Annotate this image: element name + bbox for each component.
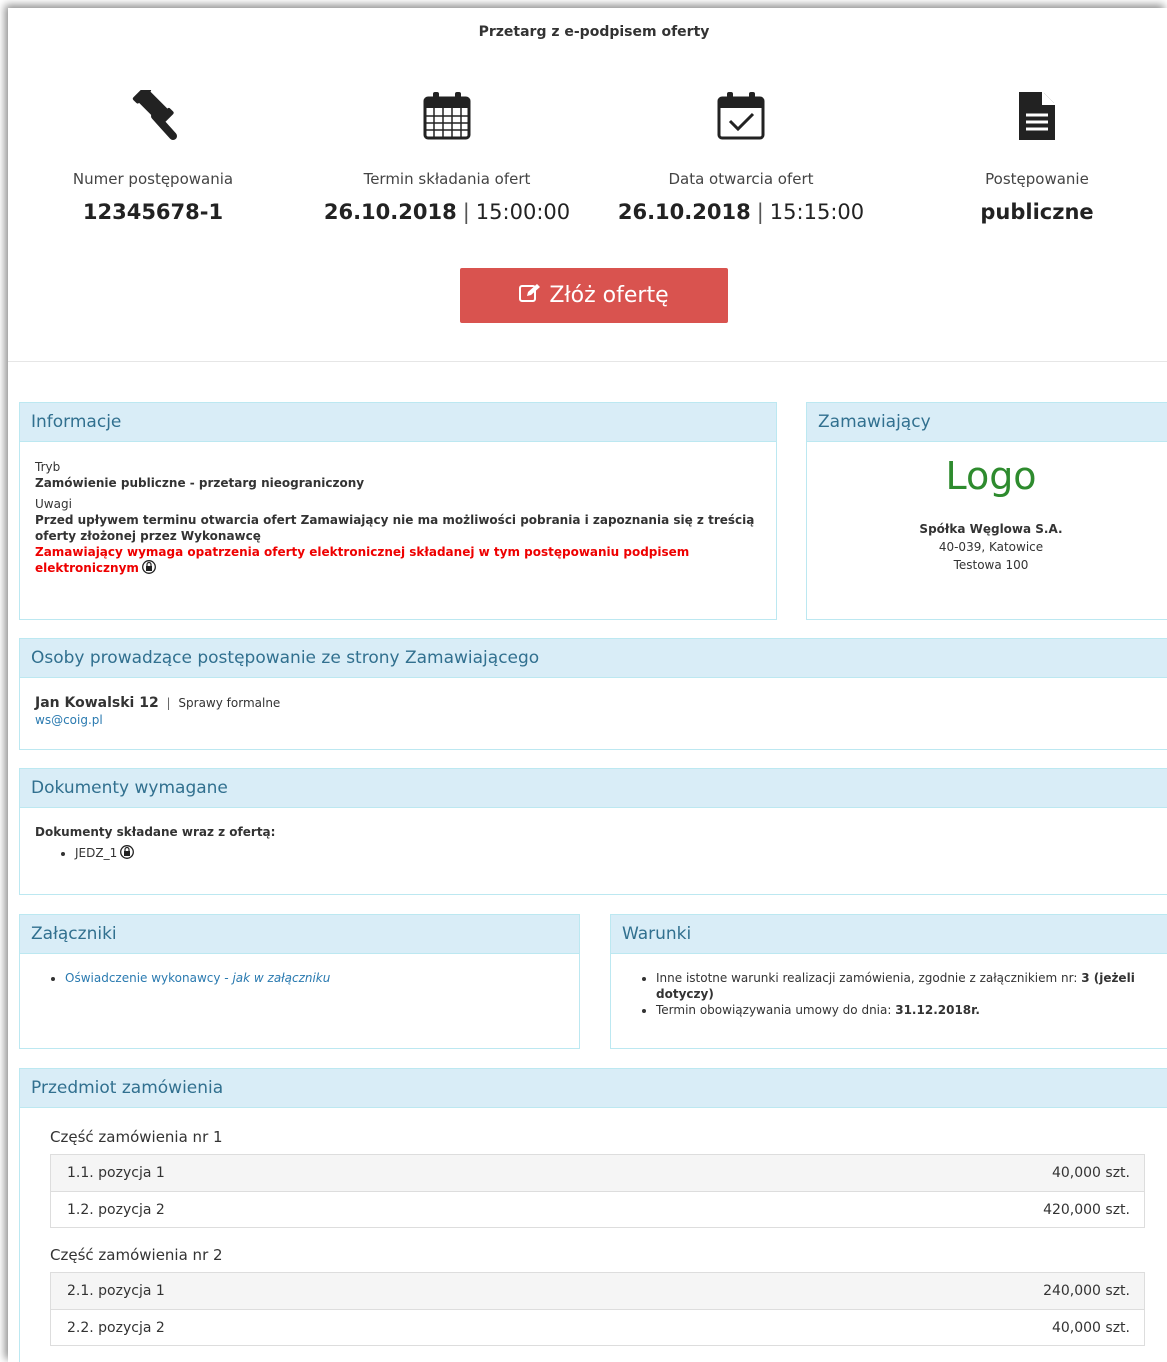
buyer-heading: Zamawiający — [807, 403, 1167, 442]
contacts-heading: Osoby prowadzące postępowanie ze strony … — [20, 639, 1167, 678]
stat-type-value: publiczne — [980, 200, 1094, 224]
mode-label: Tryb — [35, 460, 61, 474]
stat-deadline-label: Termin składania ofert — [363, 170, 531, 188]
buyer-street: Testowa 100 — [953, 558, 1029, 572]
buyer-address: Spółka Węglowa S.A. 40-039, Katowice Tes… — [807, 520, 1167, 574]
stat-type-label: Postępowanie — [985, 170, 1089, 188]
stat-deadline: Termin składania ofert 26.10.2018 | 15:00:… — [302, 90, 592, 224]
attachment-note: - jak w załączniku — [220, 971, 331, 985]
condition-item: Termin obowiązywania umowy do dnia: 31.1… — [656, 1002, 1140, 1018]
info-heading: Informacje — [20, 403, 776, 442]
stat-opening: Data otwarcia ofert 26.10.2018 | 15:15:00 — [596, 90, 886, 224]
notes-value: Przed upływem terminu otwarcia ofert Zam… — [35, 513, 755, 543]
info-panel: Informacje Tryb Zamówienie publiczne - p… — [19, 402, 777, 620]
attachment-item: Oświadczenie wykonawcy - jak w załącznik… — [65, 970, 564, 986]
stat-opening-label: Data otwarcia ofert — [668, 170, 814, 188]
buyer-logo: Logo — [945, 454, 1037, 498]
contact-sep: | — [166, 696, 171, 710]
buyer-name: Spółka Węglowa S.A. — [919, 522, 1063, 536]
part-title: Część zamówienia nr 2 — [50, 1246, 223, 1264]
submit-offer-label: Złóż ofertę — [549, 283, 669, 308]
edit-icon — [519, 283, 541, 309]
table-row: 1.2. pozycja 2 420,000 szt. — [51, 1191, 1144, 1227]
conditions-panel: Warunki Inne istotne warunki realizacji … — [610, 914, 1167, 1049]
attachment-link[interactable]: Oświadczenie wykonawcy — [65, 971, 220, 985]
page: Przetarg z e-podpisem oferty Numer postę… — [8, 8, 1167, 1362]
buyer-panel: Zamawiający Logo Spółka Węglowa S.A. 40-… — [806, 402, 1167, 620]
stat-number: Numer postępowania 12345678-1 — [8, 90, 298, 224]
table-row: 1.1. pozycja 1 40,000 szt. — [51, 1155, 1144, 1191]
notes-label: Uwagi — [35, 497, 72, 511]
contact-email-link[interactable]: ws@coig.pl — [35, 713, 103, 727]
table-row: 2.1. pozycja 1 240,000 szt. — [51, 1273, 1144, 1309]
part-title: Część zamówienia nr 1 — [50, 1128, 223, 1146]
page-title: Przetarg z e-podpisem oferty — [478, 24, 710, 40]
subject-heading: Przedmiot zamówienia — [20, 1069, 1167, 1108]
stat-opening-value: 26.10.2018 | 15:15:00 — [617, 200, 865, 224]
buyer-city: 40-039, Katowice — [938, 540, 1044, 554]
contact-person: Jan Kowalski 12 | Sprawy formalne — [35, 695, 1160, 711]
calendar-icon — [302, 90, 592, 148]
gavel-icon — [8, 90, 298, 148]
part-items: 1.1. pozycja 1 40,000 szt. 1.2. pozycja 2… — [50, 1154, 1145, 1228]
documents-panel: Dokumenty wymagane Dokumenty składane wr… — [19, 768, 1167, 895]
stat-deadline-value: 26.10.2018 | 15:00:00 — [323, 200, 571, 224]
document-item: JEDZ_1 — [75, 845, 1160, 863]
documents-subheading: Dokumenty składane wraz z ofertą: — [35, 825, 276, 839]
lock-icon — [120, 845, 135, 863]
attachments-panel: Załączniki Oświadczenie wykonawcy - jak … — [19, 914, 580, 1049]
divider — [8, 361, 1167, 362]
attachments-heading: Załączniki — [20, 915, 579, 954]
lock-icon — [141, 560, 156, 578]
part-items: 2.1. pozycja 1 240,000 szt. 2.2. pozycja … — [50, 1272, 1145, 1346]
signature-requirement: Zamawiający wymaga opatrzenia oferty ele… — [35, 544, 761, 578]
contact-role: Sprawy formalne — [178, 696, 281, 710]
condition-item: Inne istotne warunki realizacji zamówien… — [656, 970, 1140, 1002]
conditions-heading: Warunki — [611, 915, 1167, 954]
documents-heading: Dokumenty wymagane — [20, 769, 1167, 808]
stat-number-value: 12345678-1 — [82, 200, 224, 224]
contact-name: Jan Kowalski 12 — [35, 695, 159, 711]
mode-value: Zamówienie publiczne - przetarg nieogran… — [35, 476, 365, 490]
subject-panel: Przedmiot zamówienia Część zamówienia nr… — [19, 1068, 1167, 1362]
table-row: 2.2. pozycja 2 40,000 szt. — [51, 1309, 1144, 1345]
stat-type: Postępowanie publiczne — [892, 90, 1167, 224]
submit-offer-button[interactable]: Złóż ofertę — [460, 268, 728, 323]
calendar-check-icon — [596, 90, 886, 148]
contacts-panel: Osoby prowadzące postępowanie ze strony … — [19, 638, 1167, 750]
stat-number-label: Numer postępowania — [72, 170, 234, 188]
document-icon — [892, 90, 1167, 148]
